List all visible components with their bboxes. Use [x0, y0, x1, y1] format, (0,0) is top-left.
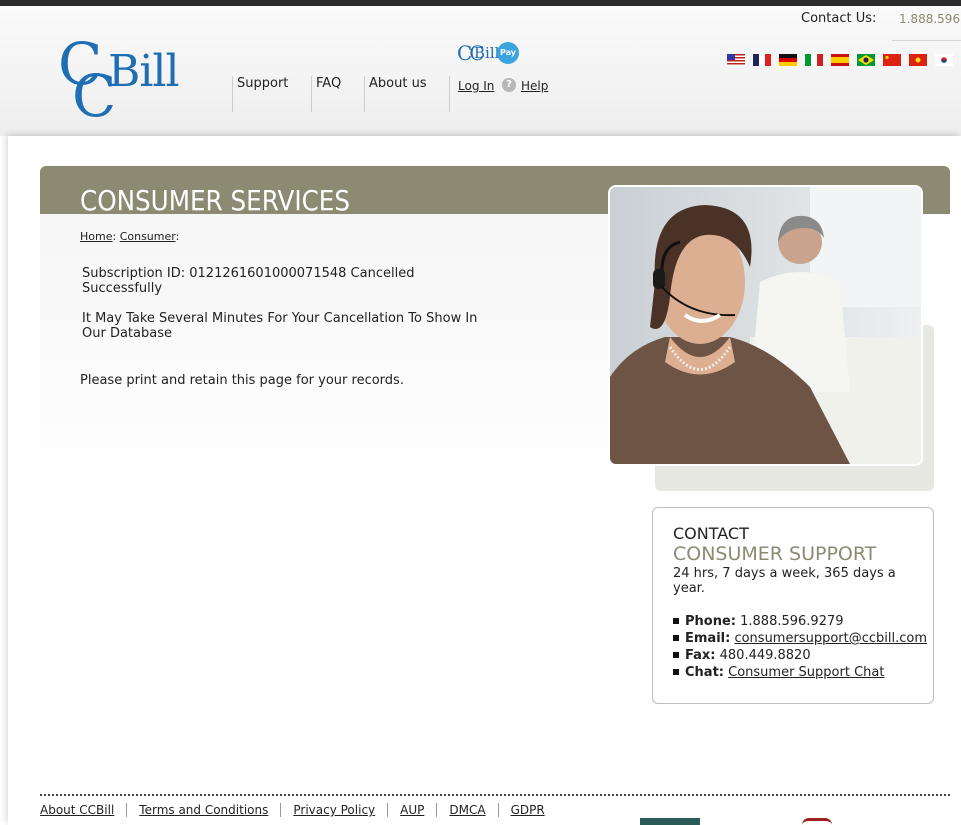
contact-us-label: Contact Us: [801, 11, 877, 26]
consumer-support-title: CONSUMER SUPPORT [673, 543, 877, 565]
content-panel [40, 214, 640, 504]
nav-about-us[interactable]: About us [364, 76, 427, 112]
email-label: Email: [685, 631, 731, 646]
footer-dmca-link[interactable]: DMCA [436, 803, 497, 817]
de-flag-icon[interactable] [779, 54, 797, 66]
chat-link[interactable]: Consumer Support Chat [728, 665, 884, 680]
phone-value: 1.888.596.9279 [740, 614, 844, 629]
footer-divider [40, 794, 950, 796]
it-flag-icon[interactable] [805, 54, 823, 66]
contact-chat-item: Chat: Consumer Support Chat [673, 664, 927, 681]
vn-flag-icon[interactable] [909, 54, 927, 66]
pay-badge: Pay [497, 42, 519, 64]
footer-badge [640, 818, 700, 825]
ccbill-pay-logo[interactable]: CC Bill Pay [457, 41, 521, 69]
chat-label: Chat: [685, 665, 724, 680]
nav-label: About us [369, 76, 427, 91]
footer-aup-link[interactable]: AUP [387, 803, 436, 817]
footer-about-link[interactable]: About CCBill [40, 803, 126, 817]
us-flag-icon[interactable] [727, 54, 745, 66]
support-hours: 24 hrs, 7 days a week, 365 days a year. [673, 566, 896, 596]
breadcrumb-home[interactable]: Home [80, 230, 112, 243]
nav-label: FAQ [316, 76, 342, 91]
support-agent-image [610, 187, 921, 464]
cancel-confirmation: Subscription ID: 0121261601000071548 Can… [82, 266, 415, 296]
divider [892, 40, 961, 41]
nav-divider [449, 76, 451, 112]
cn-flag-icon[interactable] [883, 54, 901, 66]
help-icon[interactable]: ? [502, 78, 516, 92]
print-notice: Please print and retain this page for yo… [80, 373, 404, 388]
footer-gdpr-link[interactable]: GDPR [497, 803, 557, 817]
fax-label: Fax: [685, 648, 716, 663]
support-agent-photo [608, 185, 923, 466]
footer-badge [802, 818, 832, 825]
ccbill-logo[interactable]: C C Bill [58, 30, 188, 130]
kr-flag-icon[interactable] [935, 54, 953, 66]
contact-fax-item: Fax: 480.449.8820 [673, 647, 927, 664]
es-flag-icon[interactable] [831, 54, 849, 66]
fax-value: 480.449.8820 [719, 648, 811, 663]
footer-links: About CCBill Terms and Conditions Privac… [40, 803, 557, 817]
footer-privacy-link[interactable]: Privacy Policy [280, 803, 387, 817]
phone-label: Phone: [685, 614, 736, 629]
nav-label: Support [237, 76, 289, 91]
breadcrumb: Home: Consumer: [80, 230, 180, 243]
contact-email-item: Email: consumersupport@ccbill.com [673, 630, 927, 647]
nav-faq[interactable]: FAQ [311, 76, 341, 112]
logo-wordmark: Bill [474, 44, 500, 62]
login-link[interactable]: Log In [458, 79, 494, 93]
cancel-delay-notice: It May Take Several Minutes For Your Can… [82, 311, 478, 341]
breadcrumb-consumer[interactable]: Consumer [120, 230, 176, 243]
footer-terms-link[interactable]: Terms and Conditions [126, 803, 280, 817]
page-title: CONSUMER SERVICES [80, 184, 351, 217]
contact-phone: 1.888.596. [899, 12, 961, 26]
help-link[interactable]: Help [521, 79, 548, 93]
logo-wordmark: Bill [108, 46, 180, 97]
language-flags [727, 54, 953, 66]
contact-phone-item: Phone: 1.888.596.9279 [673, 613, 927, 630]
contact-list: Phone: 1.888.596.9279 Email: consumersup… [673, 613, 927, 681]
email-link[interactable]: consumersupport@ccbill.com [734, 631, 927, 646]
contact-title: CONTACT [673, 524, 749, 543]
fr-flag-icon[interactable] [753, 54, 771, 66]
br-flag-icon[interactable] [857, 54, 875, 66]
nav-support[interactable]: Support [232, 76, 288, 112]
